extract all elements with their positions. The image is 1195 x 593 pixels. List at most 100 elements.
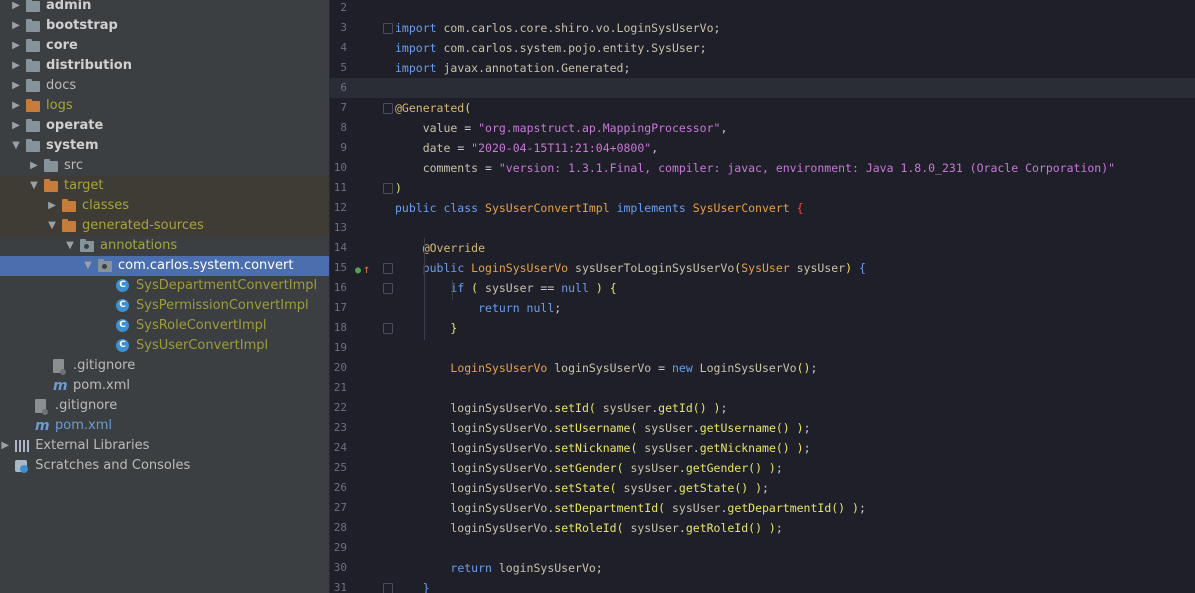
code-line[interactable]: 2 (330, 0, 1195, 18)
code-token: . (678, 521, 686, 535)
tree-item-sysdepartmentconvertimpl[interactable]: C SysDepartmentConvertImpl (0, 276, 329, 296)
code-line[interactable]: 25 loginSysUserVo.setGender( sysUser.get… (330, 458, 1195, 478)
code-editor[interactable]: 2 3 import com.carlos.core.shiro.vo.LoginS… (330, 0, 1195, 593)
code-line[interactable]: 31 } (330, 578, 1195, 593)
tree-item-sysuserconvertimpl[interactable]: C SysUserConvertImpl (0, 336, 329, 356)
code-text: if ( sysUser == null ) { (395, 278, 616, 298)
tree-item-com-carlos-system-convert[interactable]: ▼ com.carlos.system.convert (0, 256, 329, 276)
tree-item-admin[interactable]: ▶ admin (0, 0, 329, 16)
package-folder-icon (80, 239, 94, 252)
code-token: setId (554, 401, 589, 415)
code-token: getNickname (699, 441, 776, 455)
code-line[interactable]: 16 if ( sysUser == null ) { (330, 278, 1195, 298)
code-line[interactable]: 14 @Override (330, 238, 1195, 258)
code-token: ( (658, 501, 672, 515)
expand-arrow-icon[interactable]: ▼ (28, 176, 40, 196)
collapse-arrow-icon[interactable]: ▶ (10, 76, 22, 96)
line-number: 23 (333, 421, 347, 434)
tree-item-scratches-and-consoles[interactable]: Scratches and Consoles (0, 456, 329, 476)
fold-marker-icon[interactable] (383, 183, 393, 194)
code-line[interactable]: 22 loginSysUserVo.setId( sysUser.getId()… (330, 398, 1195, 418)
code-token: LoginSysUserVo (450, 361, 555, 375)
code-line[interactable]: 12 public class SysUserConvertImpl implem… (330, 198, 1195, 218)
code-line[interactable]: 27 loginSysUserVo.setDepartmentId( sysUs… (330, 498, 1195, 518)
tree-item-src[interactable]: ▶ src (0, 156, 329, 176)
java-class-icon: C (116, 339, 129, 352)
code-line[interactable]: 10 comments = "version: 1.3.1.Final, com… (330, 158, 1195, 178)
tree-item-external-libraries[interactable]: ▶ External Libraries (0, 436, 329, 456)
code-line[interactable]: 21 (330, 378, 1195, 398)
code-line[interactable]: 8 value = "org.mapstruct.ap.MappingProce… (330, 118, 1195, 138)
tree-item-label: .gitignore (73, 358, 136, 373)
collapse-arrow-icon[interactable]: ▶ (0, 436, 11, 456)
code-token: loginSysUserVo (395, 421, 548, 435)
expand-arrow-icon[interactable]: ▼ (46, 216, 58, 236)
code-line[interactable]: 5 import javax.annotation.Generated; (330, 58, 1195, 78)
tree-item-annotations[interactable]: ▼ annotations (0, 236, 329, 256)
code-line[interactable]: 11) (330, 178, 1195, 198)
code-line[interactable]: 24 loginSysUserVo.setNickname( sysUser.g… (330, 438, 1195, 458)
collapse-arrow-icon[interactable]: ▶ (10, 0, 22, 16)
fold-marker-icon[interactable] (383, 283, 393, 294)
code-line[interactable]: 29 (330, 538, 1195, 558)
tree-item-classes[interactable]: ▶ classes (0, 196, 329, 216)
collapse-arrow-icon[interactable]: ▶ (28, 156, 40, 176)
tree-item-label: SysPermissionConvertImpl (136, 298, 309, 313)
code-line[interactable]: 23 loginSysUserVo.setUsername( sysUser.g… (330, 418, 1195, 438)
tree-item-distribution[interactable]: ▶ distribution (0, 56, 329, 76)
code-token: loginSysUserVo (498, 561, 596, 575)
code-line[interactable]: 20 LoginSysUserVo loginSysUserVo = new L… (330, 358, 1195, 378)
code-line[interactable]: 26 loginSysUserVo.setState( sysUser.getS… (330, 478, 1195, 498)
code-token: getRoleId (685, 521, 749, 535)
code-token: LoginSysUserVo (471, 261, 576, 275)
tree-item-system[interactable]: ▼ system (0, 136, 329, 156)
fold-marker-icon[interactable] (383, 103, 393, 114)
tree-item-target[interactable]: ▼ target (0, 176, 329, 196)
collapse-arrow-icon[interactable]: ▶ (10, 16, 22, 36)
code-line[interactable]: 19 (330, 338, 1195, 358)
code-line[interactable]: 30 return loginSysUserVo; (330, 558, 1195, 578)
fold-marker-icon[interactable] (383, 23, 393, 34)
code-line[interactable]: 13 (330, 218, 1195, 238)
expand-arrow-icon[interactable]: ▼ (10, 136, 22, 156)
code-token: setDepartmentId (554, 501, 659, 515)
code-line[interactable]: 3 import com.carlos.core.shiro.vo.LoginSy… (330, 18, 1195, 38)
code-line[interactable]: 6 (330, 78, 1195, 98)
folder-icon (26, 79, 40, 92)
expand-arrow-icon[interactable]: ▼ (82, 256, 94, 276)
fold-marker-icon[interactable] (383, 323, 393, 334)
tree-item-operate[interactable]: ▶ operate (0, 116, 329, 136)
code-token: { (858, 261, 866, 275)
code-token: ( (616, 521, 631, 535)
implements-arrow-icon[interactable]: ↑ (363, 259, 370, 279)
tree-item-label: logs (46, 98, 73, 113)
collapse-arrow-icon[interactable]: ▶ (10, 56, 22, 76)
code-token: LoginSysUserVo (699, 361, 797, 375)
tree-item-pom-xml[interactable]: m pom.xml (0, 416, 329, 436)
code-line[interactable]: 18 } (330, 318, 1195, 338)
tree-item-core[interactable]: ▶ core (0, 36, 329, 56)
tree-item-generated-sources[interactable]: ▼ generated-sources (0, 216, 329, 236)
code-line[interactable]: 17 return null; (330, 298, 1195, 318)
tree-item-syspermissionconvertimpl[interactable]: C SysPermissionConvertImpl (0, 296, 329, 316)
code-token: SysUserConvert (692, 201, 797, 215)
collapse-arrow-icon[interactable]: ▶ (10, 96, 22, 116)
tree-item-bootstrap[interactable]: ▶ bootstrap (0, 16, 329, 36)
collapse-arrow-icon[interactable]: ▶ (10, 36, 22, 56)
tree-item-docs[interactable]: ▶ docs (0, 76, 329, 96)
collapse-arrow-icon[interactable]: ▶ (46, 196, 58, 216)
code-line[interactable]: 7 @Generated( (330, 98, 1195, 118)
tree-item-sysroleconvertimpl[interactable]: C SysRoleConvertImpl (0, 316, 329, 336)
code-line[interactable]: 4 import com.carlos.system.pojo.entity.Sy… (330, 38, 1195, 58)
code-line[interactable]: 15 ● ↑ public LoginSysUserVo sysUserToLogi… (330, 258, 1195, 278)
code-line[interactable]: 9 date = "2020-04-15T11:21:04+0800", (330, 138, 1195, 158)
code-line[interactable]: 28 loginSysUserVo.setRoleId( sysUser.get… (330, 518, 1195, 538)
tree-item-pom-xml[interactable]: m pom.xml (0, 376, 329, 396)
tree-item-gitignore[interactable]: .gitignore (0, 396, 329, 416)
tree-item-logs[interactable]: ▶ logs (0, 96, 329, 116)
expand-arrow-icon[interactable]: ▼ (64, 236, 76, 256)
collapse-arrow-icon[interactable]: ▶ (10, 116, 22, 136)
fold-marker-icon[interactable] (383, 583, 393, 593)
fold-marker-icon[interactable] (383, 263, 393, 274)
tree-item-gitignore[interactable]: .gitignore (0, 356, 329, 376)
